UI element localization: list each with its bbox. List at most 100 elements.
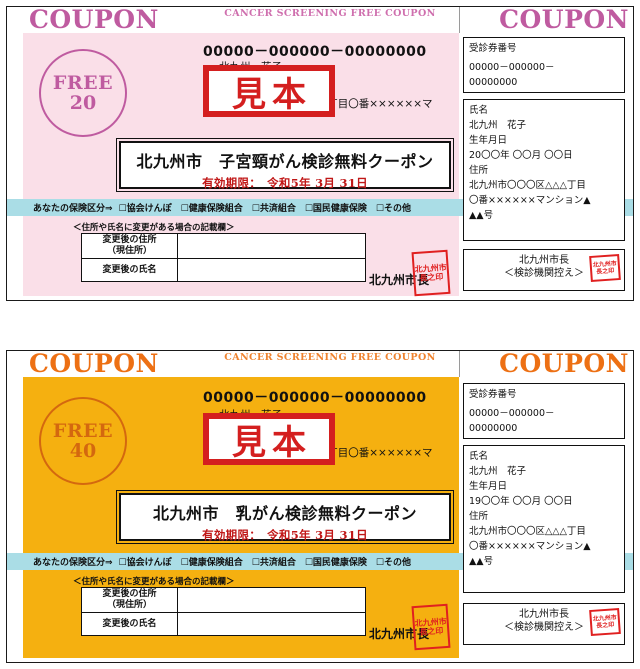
change-row-0-key-line1: 変更後の住所 [102, 589, 157, 599]
insurance-checkbox-4[interactable]: ☐その他 [376, 201, 411, 214]
stub-address-line2: 〇番××××××マンション▲ [469, 541, 591, 552]
stub-birth-label: 生年月日 [469, 135, 508, 146]
coupon-number: 00000－000000－00000000 [203, 44, 427, 60]
sample-stamp: 見本 [203, 65, 335, 117]
coupon-cervical: COUPON CANCER SCREENING FREE COUPON COUP… [6, 6, 634, 301]
stub-number-box: 受診券番号 00000－000000－ 00000000 [463, 383, 625, 439]
free-stamp-word: FREE [52, 419, 114, 442]
coupon-expiry: 有効期限： 令和5年 3月 31日 [202, 176, 368, 190]
change-row-0-key: 変更後の住所 （現住所） [81, 233, 178, 259]
table-row: 変更後の住所 （現住所） [81, 233, 366, 259]
coupon-header: COUPON CANCER SCREENING FREE COUPON COUP… [7, 351, 633, 377]
stub-official-seal-text: 北九州市長之印 [592, 260, 617, 276]
change-table: 変更後の住所 （現住所） 変更後の氏名 [81, 587, 366, 636]
stub-divider [459, 351, 460, 377]
table-row: 変更後の氏名 [81, 258, 366, 282]
stub-info-box: 氏名 北九州 花子 生年月日 19〇〇年 〇〇月 〇〇日 住所 北九州市〇〇〇区… [463, 445, 625, 593]
stub-number-line2: 00000000 [469, 77, 518, 88]
insurance-checkbox-3[interactable]: ☐国民健康保険 [305, 555, 367, 568]
insurance-checkbox-0[interactable]: ☐協会けんぽ [119, 555, 172, 568]
free-stamp: FREE 40 [39, 397, 127, 485]
insurance-option-1: 健康保険組合 [188, 204, 243, 214]
insurance-option-2: 共済組合 [259, 558, 296, 568]
stub-address-label: 住所 [469, 511, 489, 522]
insurance-checkbox-4[interactable]: ☐その他 [376, 555, 411, 568]
official-seal: 北九州市長之印 [411, 603, 451, 651]
stub-info-box: 氏名 北九州 花子 生年月日 20〇〇年 〇〇月 〇〇日 住所 北九州市〇〇〇区… [463, 99, 625, 241]
stub-number-label: 受診券番号 [469, 389, 517, 400]
insurance-checkbox-1[interactable]: ☐健康保険組合 [181, 201, 243, 214]
free-stamp-word: FREE [52, 71, 114, 94]
title-box: 北九州市 乳がん検診無料クーポン 有効期限： 令和5年 3月 31日 [116, 490, 454, 544]
title-box: 北九州市 子宮頸がん検診無料クーポン 有効期限： 令和5年 3月 31日 [116, 138, 454, 192]
stub-address-line3: ▲▲号 [469, 556, 494, 567]
insurance-option-3: 国民健康保険 [312, 558, 367, 568]
coupon-expiry: 有効期限： 令和5年 3月 31日 [202, 528, 368, 542]
coupon-header: COUPON CANCER SCREENING FREE COUPON COUP… [7, 7, 633, 33]
stub-address-line3: ▲▲号 [469, 210, 494, 221]
insurance-option-4: その他 [384, 558, 412, 568]
change-row-0-value[interactable] [177, 233, 366, 259]
insurance-label: あなたの保険区分⇒ [33, 558, 113, 568]
stub-official-seal-text: 北九州市長之印 [592, 614, 617, 630]
free-stamp-number: 20 [69, 91, 97, 114]
header-coupon-right: COUPON [499, 6, 629, 34]
stub-number-label: 受診券番号 [469, 43, 517, 54]
stub-birth-label: 生年月日 [469, 481, 508, 492]
change-row-0-key: 変更後の住所 （現住所） [81, 587, 178, 613]
table-row: 変更後の住所 （現住所） [81, 587, 366, 613]
official-seal-text: 北九州市長之印 [414, 615, 447, 637]
official-seal: 北九州市長之印 [411, 249, 451, 297]
change-row-1-value[interactable] [177, 258, 366, 282]
insurance-checkbox-1[interactable]: ☐健康保険組合 [181, 555, 243, 568]
stub-birth-value: 19〇〇年 〇〇月 〇〇日 [469, 496, 573, 507]
stub-official-seal: 北九州市長之印 [589, 253, 621, 283]
coupons-page: COUPON CANCER SCREENING FREE COUPON COUP… [0, 0, 640, 669]
change-row-1-key: 変更後の氏名 [81, 612, 178, 636]
stub-address-line2: 〇番××××××マンション▲ [469, 195, 591, 206]
change-row-0-value[interactable] [177, 587, 366, 613]
coupon-number: 00000－000000－00000000 [203, 390, 427, 406]
stub-number-line2: 00000000 [469, 423, 518, 434]
change-note: ＜住所や氏名に変更がある場合の記載欄＞ [73, 577, 235, 587]
insurance-option-0: 協会けんぽ [126, 204, 172, 214]
stub-birth-value: 20〇〇年 〇〇月 〇〇日 [469, 150, 573, 161]
table-row: 変更後の氏名 [81, 612, 366, 636]
stub-number-box: 受診券番号 00000－000000－ 00000000 [463, 37, 625, 93]
insurance-option-4: その他 [384, 204, 412, 214]
insurance-label: あなたの保険区分⇒ [33, 204, 113, 214]
change-row-0-key-line1: 変更後の住所 [102, 235, 157, 245]
insurance-option-0: 協会けんぽ [126, 558, 172, 568]
insurance-checkbox-2[interactable]: ☐共済組合 [252, 201, 296, 214]
stub-address-label: 住所 [469, 165, 489, 176]
stub-number-line1: 00000－000000－ [469, 62, 555, 73]
insurance-checkbox-0[interactable]: ☐協会けんぽ [119, 201, 172, 214]
free-stamp: FREE 20 [39, 49, 127, 137]
change-note: ＜住所や氏名に変更がある場合の記載欄＞ [73, 223, 235, 233]
insurance-option-1: 健康保険組合 [188, 558, 243, 568]
stub-name-label: 氏名 [469, 451, 489, 462]
stub-official-seal: 北九州市長之印 [589, 607, 621, 637]
change-row-0-key-line2: （現住所） [106, 246, 152, 256]
coupon-title: 北九州市 乳がん検診無料クーポン [152, 504, 417, 523]
insurance-checkbox-3[interactable]: ☐国民健康保険 [305, 201, 367, 214]
change-row-0-key-line2: （現住所） [106, 600, 152, 610]
free-stamp-number: 40 [69, 439, 97, 462]
sample-stamp: 見本 [203, 413, 335, 465]
official-seal-text: 北九州市長之印 [414, 261, 447, 283]
stub-name-value: 北九州 花子 [469, 466, 527, 477]
change-table: 変更後の住所 （現住所） 変更後の氏名 [81, 233, 366, 282]
stub-address-line1: 北九州市〇〇〇区△△△丁目 [469, 526, 586, 537]
stub-address-line1: 北九州市〇〇〇区△△△丁目 [469, 180, 586, 191]
stub-name-value: 北九州 花子 [469, 120, 527, 131]
coupon-breast: COUPON CANCER SCREENING FREE COUPON COUP… [6, 350, 634, 663]
header-coupon-right: COUPON [499, 350, 629, 378]
insurance-option-3: 国民健康保険 [312, 204, 367, 214]
coupon-title: 北九州市 子宮頸がん検診無料クーポン [136, 152, 434, 171]
insurance-option-2: 共済組合 [259, 204, 296, 214]
stub-divider [459, 7, 460, 33]
change-row-1-value[interactable] [177, 612, 366, 636]
stub-number-line1: 00000－000000－ [469, 408, 555, 419]
insurance-checkbox-2[interactable]: ☐共済組合 [252, 555, 296, 568]
change-row-1-key: 変更後の氏名 [81, 258, 178, 282]
